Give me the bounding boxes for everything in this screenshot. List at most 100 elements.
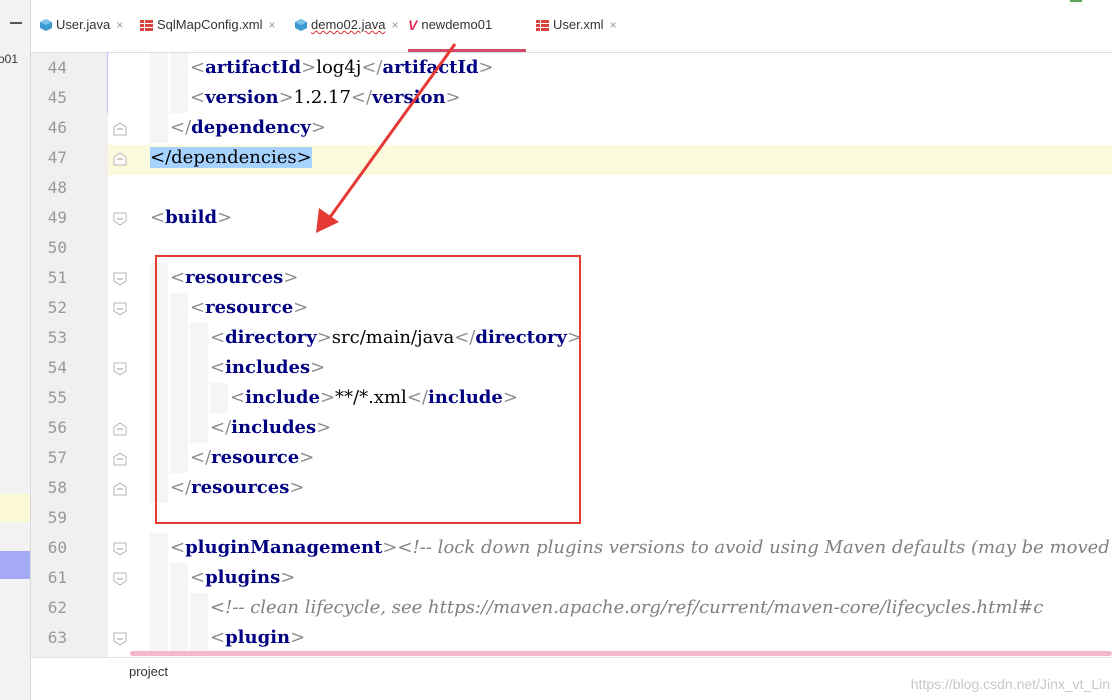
line-number: 56: [47, 418, 67, 437]
fold-marker-icon[interactable]: [113, 452, 127, 466]
tab-label: User.xml: [553, 17, 604, 32]
xml-text: >: [301, 57, 317, 78]
code-line[interactable]: 47 </dependencies>: [31, 143, 1112, 173]
code-line[interactable]: 62 <!-- clean lifecycle, see https://mave…: [31, 593, 1112, 623]
code-text: <pluginManagement><!-- lock down plugins…: [170, 536, 1110, 560]
xml-text: >: [278, 87, 294, 108]
fold-marker-icon[interactable]: [113, 422, 127, 436]
line-number: 44: [47, 58, 67, 77]
fold-marker-icon[interactable]: [113, 542, 127, 556]
xml-tag-name: version: [205, 87, 279, 108]
tab-newdemo01[interactable]: Vnewdemo01: [408, 18, 526, 52]
line-number: 63: [47, 628, 67, 647]
line-number: 57: [47, 448, 67, 467]
xml-text: <: [190, 57, 206, 78]
code-text: <!-- clean lifecycle, see https://maven.…: [210, 596, 1043, 620]
xml-tag-name: pluginManagement: [185, 537, 383, 558]
code-line[interactable]: 48: [31, 173, 1112, 203]
editor-tab-bar: User.java × SqlMapConfig.xml × demo02.java × V…: [31, 0, 1112, 53]
indent-guide: [170, 53, 188, 83]
line-number: 55: [47, 388, 67, 407]
java-class-icon: [295, 19, 307, 31]
line-number: 53: [47, 328, 67, 347]
line-number: 60: [47, 538, 67, 557]
code-text: </dependencies>: [150, 146, 312, 170]
annotation-box: [155, 255, 581, 524]
fold-marker-icon[interactable]: [113, 212, 127, 226]
indent-guide: [170, 83, 188, 113]
indent-guide: [150, 83, 168, 113]
xml-text: >: [280, 567, 296, 588]
code-text: <plugin>: [210, 626, 305, 650]
xml-text: <: [170, 537, 186, 558]
xml-text: log4j: [316, 57, 362, 78]
code-line[interactable]: 46 </dependency>: [31, 113, 1112, 143]
tree-highlight: [0, 494, 30, 522]
close-icon[interactable]: ×: [391, 18, 398, 32]
code-text: <artifactId>log4j</artifactId>: [190, 56, 494, 80]
tab-user-java[interactable]: User.java ×: [40, 18, 130, 52]
xml-text: <: [150, 207, 166, 228]
indent-guide: [170, 593, 188, 623]
xml-text: <: [190, 567, 206, 588]
xml-tag-name: plugin: [225, 627, 291, 648]
tab-user-xml[interactable]: User.xml ×: [536, 18, 618, 52]
indent-guide: [170, 623, 188, 653]
xml-file-icon: [536, 20, 549, 31]
indent-guide: [150, 113, 168, 143]
tab-label: SqlMapConfig.xml: [157, 17, 263, 32]
close-icon[interactable]: ×: [610, 18, 617, 32]
code-line[interactable]: 61 <plugins>: [31, 563, 1112, 593]
fold-marker-icon[interactable]: [113, 152, 127, 166]
indent-guide: [150, 563, 168, 593]
line-number: 59: [47, 508, 67, 527]
xml-text: >: [290, 627, 306, 648]
xml-text: >: [445, 87, 461, 108]
indent-guide: [150, 623, 168, 653]
xml-text: >: [382, 537, 398, 558]
indent-guide: [190, 623, 208, 653]
project-tool-strip[interactable]: o01: [0, 0, 31, 700]
project-tool-button[interactable]: project: [129, 664, 168, 679]
code-line[interactable]: 60 <pluginManagement><!-- lock down plugi…: [31, 533, 1112, 563]
indent-guide: [150, 593, 168, 623]
fold-marker-icon[interactable]: [113, 572, 127, 586]
horizontal-scrollbar[interactable]: [130, 651, 1112, 656]
line-number: 45: [47, 88, 67, 107]
fold-marker-icon[interactable]: [113, 632, 127, 646]
line-number: 46: [47, 118, 67, 137]
selected-text: </dependencies>: [150, 147, 312, 168]
fold-marker-icon[interactable]: [113, 122, 127, 136]
code-line[interactable]: 63 <plugin>: [31, 623, 1112, 653]
line-number: 48: [47, 178, 67, 197]
close-icon[interactable]: ×: [116, 18, 123, 32]
indent-guide: [150, 533, 168, 563]
tab-sqlmapconfig-xml[interactable]: SqlMapConfig.xml ×: [140, 18, 288, 52]
fold-marker-icon[interactable]: [113, 272, 127, 286]
xml-text: 1.2.17: [293, 87, 351, 108]
xml-file-icon: [140, 20, 153, 31]
xml-text: >: [217, 207, 233, 228]
xml-tag-name: build: [165, 207, 218, 228]
tab-label: User.java: [56, 17, 111, 32]
fold-marker-icon[interactable]: [113, 302, 127, 316]
code-line[interactable]: 44 <artifactId>log4j</artifactId>: [31, 53, 1112, 83]
line-number: 50: [47, 238, 67, 257]
indent-guide: [150, 53, 168, 83]
fold-marker-icon[interactable]: [113, 482, 127, 496]
code-line[interactable]: 49 <build>: [31, 203, 1112, 233]
tree-selection[interactable]: [0, 551, 30, 579]
code-line[interactable]: 45 <version>1.2.17</version>: [31, 83, 1112, 113]
xml-tag-name: version: [372, 87, 446, 108]
line-number: 61: [47, 568, 67, 587]
xml-text: >: [478, 57, 494, 78]
maven-icon: V: [408, 17, 418, 33]
tab-demo02-java[interactable]: demo02.java ×: [295, 18, 399, 52]
code-text: </dependency>: [170, 116, 326, 140]
close-icon[interactable]: ×: [269, 18, 276, 32]
fold-marker-icon[interactable]: [113, 362, 127, 376]
project-tree-label[interactable]: o01: [0, 52, 18, 66]
xml-text: >: [310, 117, 326, 138]
tab-label: newdemo01: [421, 17, 493, 32]
collapse-icon[interactable]: [10, 22, 22, 24]
